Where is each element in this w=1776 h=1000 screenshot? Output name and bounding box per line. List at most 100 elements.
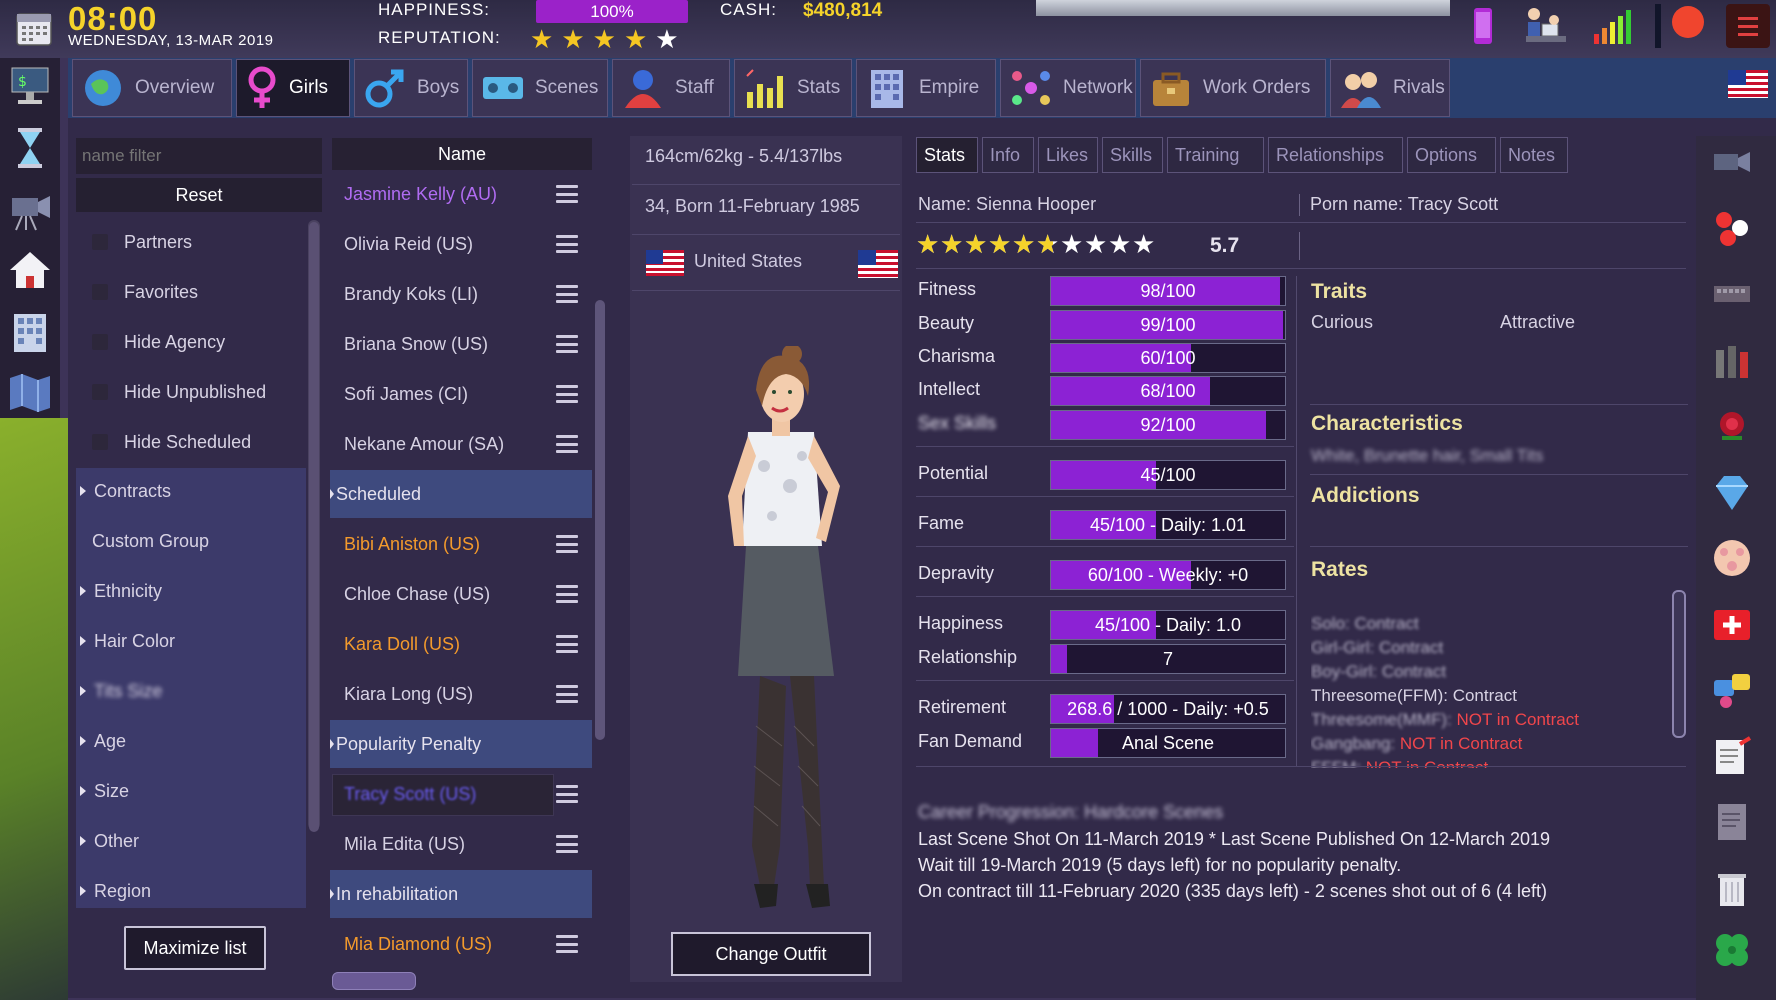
office-building-icon[interactable] <box>6 308 54 356</box>
filter-group-ethnicity[interactable]: Ethnicity <box>76 567 306 615</box>
list-item[interactable]: Sofi James (CI) <box>332 370 592 418</box>
filter-group-contracts[interactable]: Contracts <box>76 467 306 515</box>
detail-tab-skills[interactable]: Skills <box>1102 137 1163 173</box>
calendar-icon[interactable] <box>14 8 54 48</box>
list-section-header[interactable]: Scheduled <box>330 470 592 518</box>
list-item[interactable]: Bibi Aniston (US) <box>332 520 592 568</box>
checkbox[interactable] <box>92 234 108 250</box>
list-item[interactable]: Kara Doll (US) <box>332 620 592 668</box>
filter-group-custom-group[interactable]: Custom Group <box>76 517 306 565</box>
drag-handle-icon[interactable] <box>556 585 578 603</box>
checkbox[interactable] <box>92 384 108 400</box>
detail-tab-notes[interactable]: Notes <box>1500 137 1568 173</box>
detail-tab-info[interactable]: Info <box>982 137 1034 173</box>
clover-icon[interactable] <box>1710 928 1754 972</box>
list-item[interactable]: Brandy Koks (LI) <box>332 270 592 318</box>
home-icon[interactable] <box>6 246 54 294</box>
drag-handle-icon[interactable] <box>556 535 578 553</box>
pills-icon[interactable] <box>1710 206 1754 250</box>
drag-handle-icon[interactable] <box>556 685 578 703</box>
first-aid-icon[interactable] <box>1710 602 1754 646</box>
drag-handle-icon[interactable] <box>556 285 578 303</box>
notepad-icon[interactable] <box>1710 734 1754 778</box>
document-icon[interactable] <box>1710 800 1754 844</box>
menu-icon[interactable] <box>1726 4 1770 48</box>
us-flag-icon[interactable] <box>1728 70 1768 98</box>
name-column-header[interactable]: Name <box>332 138 592 170</box>
trash-icon[interactable] <box>1710 866 1754 910</box>
change-outfit-button[interactable]: Change Outfit <box>671 932 871 976</box>
filter-checkbox-partners[interactable]: Partners <box>76 218 306 266</box>
checkbox[interactable] <box>92 334 108 350</box>
phone-icon[interactable] <box>1464 6 1500 44</box>
filter-group-tits-size[interactable]: Tits Size <box>76 667 306 715</box>
drag-handle-icon[interactable] <box>556 635 578 653</box>
list-section-header[interactable]: Popularity Penalty <box>330 720 592 768</box>
map-icon[interactable] <box>6 368 54 416</box>
drag-handle-icon[interactable] <box>556 785 578 803</box>
social-share-icon[interactable] <box>1710 668 1754 712</box>
staff-desk-icon[interactable] <box>1524 4 1566 42</box>
drag-handle-icon[interactable] <box>556 185 578 203</box>
tab-boys[interactable]: Boys <box>354 59 468 117</box>
filter-checkbox-favorites[interactable]: Favorites <box>76 268 306 316</box>
reset-button[interactable]: Reset <box>76 178 322 212</box>
rose-icon[interactable] <box>1710 404 1754 448</box>
drag-handle-icon[interactable] <box>556 335 578 353</box>
filter-group-region[interactable]: Region <box>76 867 306 915</box>
drag-handle-icon[interactable] <box>556 435 578 453</box>
stats-chart-icon[interactable] <box>1590 6 1631 44</box>
filter-scrollbar-thumb[interactable] <box>309 222 319 832</box>
hourglass-icon[interactable] <box>6 124 54 172</box>
list-item[interactable]: Briana Snow (US) <box>332 320 592 368</box>
drag-handle-icon[interactable] <box>556 935 578 953</box>
drag-handle-icon[interactable] <box>556 235 578 253</box>
drag-handle-icon[interactable] <box>556 385 578 403</box>
detail-tab-options[interactable]: Options <box>1407 137 1496 173</box>
tab-staff[interactable]: Staff <box>612 59 730 117</box>
tab-work-orders[interactable]: Work Orders <box>1140 59 1326 117</box>
filter-group-other[interactable]: Other <box>76 817 306 865</box>
keyboard-icon[interactable] <box>1710 272 1754 316</box>
list-section-header[interactable]: In rehabilitation <box>330 870 592 918</box>
diamond-icon[interactable] <box>1710 470 1754 514</box>
name-filter-input[interactable] <box>76 138 322 174</box>
list-item[interactable]: Chloe Chase (US) <box>332 570 592 618</box>
maximize-list-button[interactable]: Maximize list <box>124 926 266 970</box>
filter-checkbox-hide-unpublished[interactable]: Hide Unpublished <box>76 368 306 416</box>
tab-network[interactable]: Network <box>1000 59 1136 117</box>
filter-group-size[interactable]: Size <box>76 767 306 815</box>
tab-scenes[interactable]: Scenes <box>472 59 608 117</box>
detail-tab-stats[interactable]: Stats <box>916 137 978 173</box>
list-item[interactable]: Kiara Long (US) <box>332 670 592 718</box>
list-item[interactable]: Olivia Reid (US) <box>332 220 592 268</box>
detail-tab-relationships[interactable]: Relationships <box>1268 137 1403 173</box>
finance-monitor-icon[interactable]: $ <box>6 62 54 110</box>
record-icon[interactable] <box>1670 4 1706 40</box>
checkbox[interactable] <box>92 284 108 300</box>
detail-tab-likes[interactable]: Likes <box>1038 137 1098 173</box>
camera-icon[interactable] <box>1710 140 1754 184</box>
face-icon[interactable] <box>1710 536 1754 580</box>
filter-group-hair-color[interactable]: Hair Color <box>76 617 306 665</box>
name-list-scrollbar[interactable] <box>595 300 605 740</box>
list-item[interactable]: Nekane Amour (SA) <box>332 420 592 468</box>
tab-girls[interactable]: Girls <box>236 59 350 117</box>
drag-handle-icon[interactable] <box>556 835 578 853</box>
list-item[interactable]: Jasmine Kelly (AU) <box>332 170 592 218</box>
rates-scrollbar[interactable] <box>1672 590 1686 738</box>
list-item[interactable]: Mila Edita (US) <box>332 820 592 868</box>
list-item[interactable]: Tracy Scott (US) <box>332 770 592 818</box>
name-list-horizontal-scrollbar[interactable] <box>332 972 416 990</box>
tab-empire[interactable]: Empire <box>856 59 996 117</box>
checkbox[interactable] <box>92 434 108 450</box>
bottles-icon[interactable] <box>1710 338 1754 382</box>
camera-icon[interactable] <box>6 186 54 234</box>
detail-tab-training[interactable]: Training <box>1167 137 1264 173</box>
list-item[interactable]: Mia Diamond (US) <box>332 920 592 968</box>
tab-overview[interactable]: Overview <box>72 59 232 117</box>
tab-stats[interactable]: Stats <box>734 59 852 117</box>
filter-group-age[interactable]: Age <box>76 717 306 765</box>
tab-rivals[interactable]: Rivals <box>1330 59 1450 117</box>
filter-checkbox-hide-scheduled[interactable]: Hide Scheduled <box>76 418 306 466</box>
